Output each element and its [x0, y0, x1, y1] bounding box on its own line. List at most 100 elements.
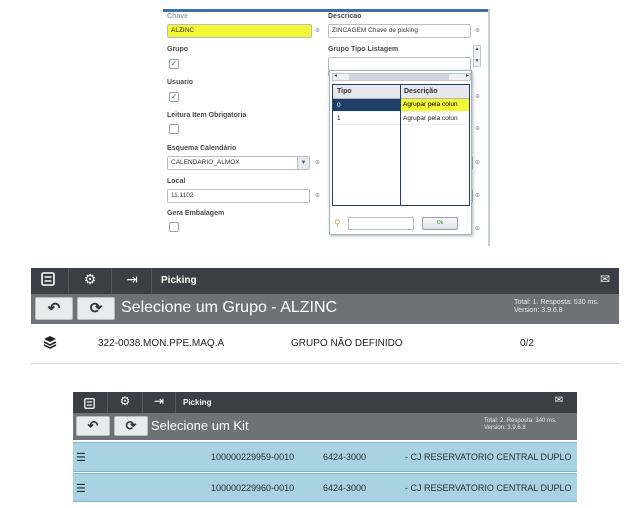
form-top-accent — [163, 9, 488, 12]
group-count: 0/2 — [520, 338, 534, 349]
local-input[interactable]: 11.1102 — [167, 189, 310, 203]
pin-icon[interactable]: ⊕ — [475, 225, 480, 232]
divider — [68, 268, 69, 294]
kit-ref: 6424-3000 — [323, 483, 367, 493]
sign-in-icon[interactable]: ⇥ — [121, 271, 143, 288]
grid-header: Tipo Descrição — [333, 85, 469, 99]
leitura-label: Leitura Item Obrigatoria — [167, 112, 247, 119]
mail-icon[interactable]: ✉ — [594, 272, 616, 286]
gera-checkbox[interactable] — [169, 222, 179, 232]
kit-desc: - CJ RESERVATORIO CENTRAL DUPLO — [405, 483, 572, 493]
esquema-select[interactable]: CALENDARIO_ALMOX ▼ — [167, 156, 310, 170]
stats-info: Total: 1. Resposta: 530 ms. Version: 3.9… — [514, 299, 599, 315]
chevron-down-icon[interactable]: ▼ — [297, 157, 309, 169]
refresh-icon: ⟳ — [125, 418, 137, 433]
stats-version: Version: 3.9.6.8 — [514, 307, 563, 315]
grid-row[interactable]: 1 Agrupar pela colun — [333, 112, 469, 125]
pin-icon[interactable]: ⊕ — [315, 27, 320, 34]
col-descricao-header[interactable]: Descrição — [404, 88, 437, 95]
back-button[interactable]: ↶ — [35, 297, 73, 320]
leitura-checkbox[interactable] — [169, 124, 179, 134]
stats-total: Total: 1. Resposta: 530 ms. — [514, 299, 599, 306]
scroll-thumb[interactable] — [349, 74, 449, 80]
app-bar: ⚙ ⇥ Picking ✉ — [31, 268, 619, 294]
group-code: 322-0038.MON.PPE.MAQ.A — [98, 338, 225, 349]
undo-icon: ↶ — [87, 418, 99, 433]
pin-icon[interactable]: ⊕ — [475, 125, 480, 132]
scroll-up-icon[interactable]: ▲ — [474, 46, 480, 52]
popup-hscroll[interactable]: ◂ ▸ — [332, 73, 471, 81]
scroll-right-icon[interactable]: ▸ — [466, 72, 469, 79]
picking-form-panel: Chave ALZINC ⊕ Grupo ✓ Usuario ✓ Leitura… — [163, 9, 490, 246]
pin-icon[interactable]: ⊕ — [315, 192, 320, 199]
list-icon[interactable] — [81, 396, 97, 410]
grupo-checkbox[interactable]: ✓ — [169, 59, 179, 69]
divider — [107, 392, 108, 413]
tipo-cell: 0 — [337, 102, 341, 109]
descricao-cell: Agrupar pela colun — [401, 99, 469, 111]
layers-icon — [43, 335, 57, 354]
picking-kit-panel: ⚙ ⇥ Picking ✉ ↶ ⟳ Selecione um Kit Total… — [73, 392, 577, 502]
app-title: Picking — [183, 398, 212, 407]
group-name: GRUPO NÃO DEFINIDO — [291, 338, 403, 349]
app-bar: ⚙ ⇥ Picking ✉ — [73, 392, 577, 413]
divider — [142, 392, 143, 413]
refresh-button[interactable]: ⟳ — [77, 297, 115, 320]
page-title: Selecione um Kit — [151, 418, 249, 433]
kit-code: 100000229960-0010 — [211, 483, 295, 493]
popup-search-input[interactable] — [348, 217, 414, 230]
grid-row[interactable]: 0 Agrupar pela colun — [333, 99, 469, 112]
kit-desc: - CJ RESERVATORIO CENTRAL DUPLO — [405, 452, 572, 462]
local-label: Local — [167, 178, 186, 185]
page-title: Selecione um Grupo - ALZINC — [121, 299, 338, 316]
esquema-value: CALENDARIO_ALMOX — [171, 159, 240, 166]
descricao-input[interactable]: ZINCAGEM Chave de picking — [328, 24, 471, 38]
stats-version: Version: 3.9.6.8 — [484, 424, 526, 431]
search-icon[interactable]: ⚲ — [334, 218, 341, 229]
pin-icon[interactable]: ⊕ — [315, 159, 320, 166]
app-title: Picking — [161, 275, 197, 286]
list-icon[interactable] — [37, 272, 59, 290]
grupo-label: Grupo — [167, 46, 188, 53]
divider — [151, 268, 152, 294]
pin-icon[interactable]: ⊕ — [475, 192, 480, 199]
scroll-down-icon[interactable]: ▼ — [474, 58, 480, 64]
chave-input[interactable]: ALZINC — [167, 24, 312, 38]
stats-info: Total: 2. Resposta: 340 ms. Version: 3.9… — [484, 418, 557, 432]
stats-total: Total: 2. Resposta: 340 ms. — [484, 418, 557, 424]
descricao-cell: Agrupar pela colun — [403, 115, 458, 122]
kit-row[interactable]: ☰ 100000229960-0010 6424-3000 - CJ RESER… — [73, 473, 577, 502]
grupo-tipo-listagem-label: Grupo Tipo Listagem — [328, 46, 399, 53]
picking-group-panel: ⚙ ⇥ Picking ✉ ↶ ⟳ Selecione um Grupo - A… — [31, 268, 619, 366]
divider — [175, 392, 176, 413]
pin-icon[interactable]: ⊕ — [475, 159, 480, 166]
scrollbar[interactable]: ▲ ▼ — [473, 45, 481, 67]
list-icon: ☰ — [76, 452, 86, 464]
sign-in-icon[interactable]: ⇥ — [150, 394, 168, 408]
back-button[interactable]: ↶ — [76, 416, 110, 436]
list-icon: ☰ — [76, 483, 86, 495]
refresh-icon: ⟳ — [89, 300, 103, 317]
gear-icon[interactable]: ⚙ — [79, 271, 101, 288]
sub-bar: ↶ ⟳ Selecione um Grupo - ALZINC Total: 1… — [31, 294, 619, 324]
divider — [111, 268, 112, 294]
ok-button[interactable]: Ok — [422, 217, 458, 230]
chave-label: Chave — [167, 13, 189, 20]
group-row[interactable]: 322-0038.MON.PPE.MAQ.A GRUPO NÃO DEFINID… — [31, 324, 619, 364]
scroll-left-icon[interactable]: ◂ — [334, 72, 337, 79]
pin-icon[interactable]: ⊕ — [475, 93, 480, 100]
undo-icon: ↶ — [47, 300, 61, 317]
col-tipo-header[interactable]: Tipo — [337, 88, 352, 95]
usuario-label: Usuario — [167, 79, 194, 86]
usuario-checkbox[interactable]: ✓ — [169, 92, 179, 102]
esquema-label: Esquema Calendário — [167, 145, 237, 152]
kit-row[interactable]: ☰ 100000229959-0010 6424-3000 - CJ RESER… — [73, 442, 577, 472]
pin-icon[interactable]: ⊕ — [475, 27, 480, 34]
tipo-cell: 1 — [337, 115, 341, 122]
mail-icon[interactable]: ✉ — [550, 395, 568, 406]
gear-icon[interactable]: ⚙ — [116, 394, 134, 408]
sub-bar: ↶ ⟳ Selecione um Kit Total: 2. Resposta:… — [73, 413, 577, 440]
refresh-button[interactable]: ⟳ — [114, 416, 148, 436]
kit-code: 100000229959-0010 — [211, 452, 295, 462]
gera-label: Gera Embalagem — [167, 210, 225, 217]
